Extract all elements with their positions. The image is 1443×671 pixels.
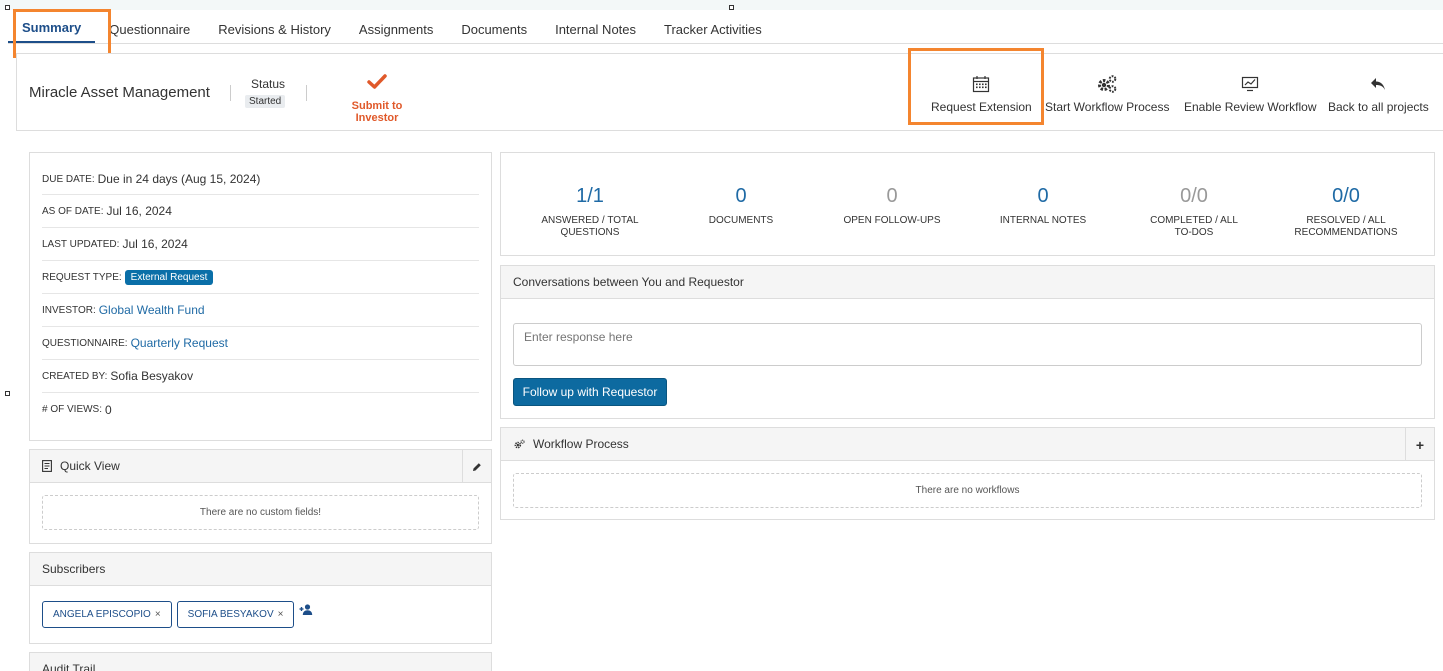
resize-handle[interactable] (5, 391, 10, 396)
start-workflow-button[interactable]: Start Workflow Process (1045, 74, 1169, 114)
subscribers-header: Subscribers (30, 553, 491, 586)
subscribers-panel: Subscribers ANGELA EPISCOPIO × SOFIA BES… (29, 552, 492, 644)
remove-subscriber-icon[interactable]: × (278, 609, 284, 620)
investor-row: Investor: Global Wealth Fund (42, 294, 479, 327)
stat-answered: 1/1 Answered / Total Questions (541, 185, 639, 238)
workflow-panel: Workflow Process + There are no workflow… (500, 427, 1435, 520)
request-type-row: Request Type: External Request (42, 261, 479, 294)
back-to-projects-button[interactable]: Back to all projects (1328, 74, 1429, 114)
tab-questionnaire[interactable]: Questionnaire (95, 15, 204, 43)
back-label: Back to all projects (1328, 100, 1429, 114)
workflow-title: Workflow Process (533, 437, 629, 451)
quick-view-header: Quick View (30, 450, 491, 483)
tab-internal-notes[interactable]: Internal Notes (541, 15, 650, 43)
gears-icon (1045, 74, 1169, 94)
audit-trail-panel: Audit Trail (29, 652, 492, 671)
add-user-icon[interactable] (299, 604, 313, 615)
follow-up-button[interactable]: Follow up with Requestor (513, 378, 667, 406)
stat-open-followups: 0 Open Follow-Ups (843, 185, 941, 226)
form-icon (42, 460, 52, 472)
last-updated-row: Last Updated: Jul 16, 2024 (42, 228, 479, 261)
request-extension-button[interactable]: Request Extension (931, 74, 1032, 114)
quick-view-title: Quick View (60, 459, 120, 473)
remove-subscriber-icon[interactable]: × (155, 609, 161, 620)
audit-trail-header[interactable]: Audit Trail (30, 653, 491, 671)
quick-view-panel: Quick View There are no custom fields! (29, 449, 492, 544)
tab-assignments[interactable]: Assignments (345, 15, 447, 43)
quick-view-empty: There are no custom fields! (42, 495, 479, 530)
start-workflow-label: Start Workflow Process (1045, 100, 1170, 114)
conversation-panel: Conversations between You and Requestor … (500, 265, 1435, 419)
edit-pencil-icon[interactable] (462, 450, 491, 483)
tab-bar: Summary Questionnaire Revisions & Histor… (8, 16, 1443, 44)
request-extension-label: Request Extension (931, 100, 1032, 114)
gears-icon (513, 439, 526, 450)
chart-monitor-icon (1184, 74, 1317, 94)
project-header: Miracle Asset Management Status Started … (16, 53, 1443, 131)
stat-recommendations: 0/0 Resolved / All Recommendations (1294, 185, 1398, 238)
reply-arrow-icon (1328, 74, 1429, 94)
tab-tracker-activities[interactable]: Tracker Activities (650, 15, 776, 43)
subscriber-list: ANGELA EPISCOPIO × SOFIA BESYAKOV × (42, 601, 313, 628)
as-of-date-value: Jul 16, 2024 (106, 204, 172, 218)
enable-review-workflow-button[interactable]: Enable Review Workflow (1184, 74, 1317, 114)
due-date-value: Due in 24 days (Aug 15, 2024) (97, 172, 261, 186)
response-input[interactable] (513, 323, 1422, 366)
audit-trail-title: Audit Trail (42, 662, 96, 671)
resize-handle[interactable] (729, 5, 734, 10)
header-actions: Request Extension Start Workflow Process… (17, 74, 1443, 114)
tab-summary[interactable]: Summary (8, 15, 96, 43)
conversation-header: Conversations between You and Requestor (501, 266, 1434, 299)
resize-handle[interactable] (5, 5, 10, 10)
investor-link[interactable]: Global Wealth Fund (99, 303, 205, 317)
views-row: # of Views: 0 (42, 402, 112, 417)
conversation-title: Conversations between You and Requestor (513, 275, 744, 289)
stat-todos: 0/0 Completed / All To-Dos (1150, 185, 1238, 238)
tab-documents[interactable]: Documents (447, 15, 541, 43)
subscriber-tag: SOFIA BESYAKOV × (176, 601, 295, 628)
workflow-header: Workflow Process + (501, 428, 1434, 461)
top-strip (0, 0, 1443, 10)
stats-panel: 1/1 Answered / Total Questions 0 Documen… (500, 152, 1435, 256)
as-of-date-row: As of Date: Jul 16, 2024 (42, 195, 479, 228)
views-value: 0 (105, 402, 112, 417)
enable-review-label: Enable Review Workflow (1184, 100, 1317, 114)
project-info-panel: Due Date: Due in 24 days (Aug 15, 2024) … (29, 152, 492, 441)
calendar-icon (931, 74, 1032, 94)
subscribers-title: Subscribers (42, 562, 106, 576)
stat-internal-notes: 0 Internal Notes (999, 185, 1087, 226)
created-by-row: Created By: Sofia Besyakov (42, 360, 479, 393)
due-date-row: Due Date: Due in 24 days (Aug 15, 2024) (42, 153, 479, 195)
subscriber-tag: ANGELA EPISCOPIO × (42, 601, 172, 628)
request-type-badge: External Request (124, 269, 214, 285)
questionnaire-link[interactable]: Quarterly Request (131, 336, 228, 350)
tab-revisions-history[interactable]: Revisions & History (204, 15, 345, 43)
last-updated-value: Jul 16, 2024 (122, 237, 188, 251)
questionnaire-row: Questionnaire: Quarterly Request (42, 327, 479, 360)
stat-documents: 0 Documents (708, 185, 774, 226)
add-workflow-icon[interactable]: + (1405, 428, 1434, 461)
created-by-value: Sofia Besyakov (110, 369, 194, 383)
workflow-empty: There are no workflows (513, 473, 1422, 508)
